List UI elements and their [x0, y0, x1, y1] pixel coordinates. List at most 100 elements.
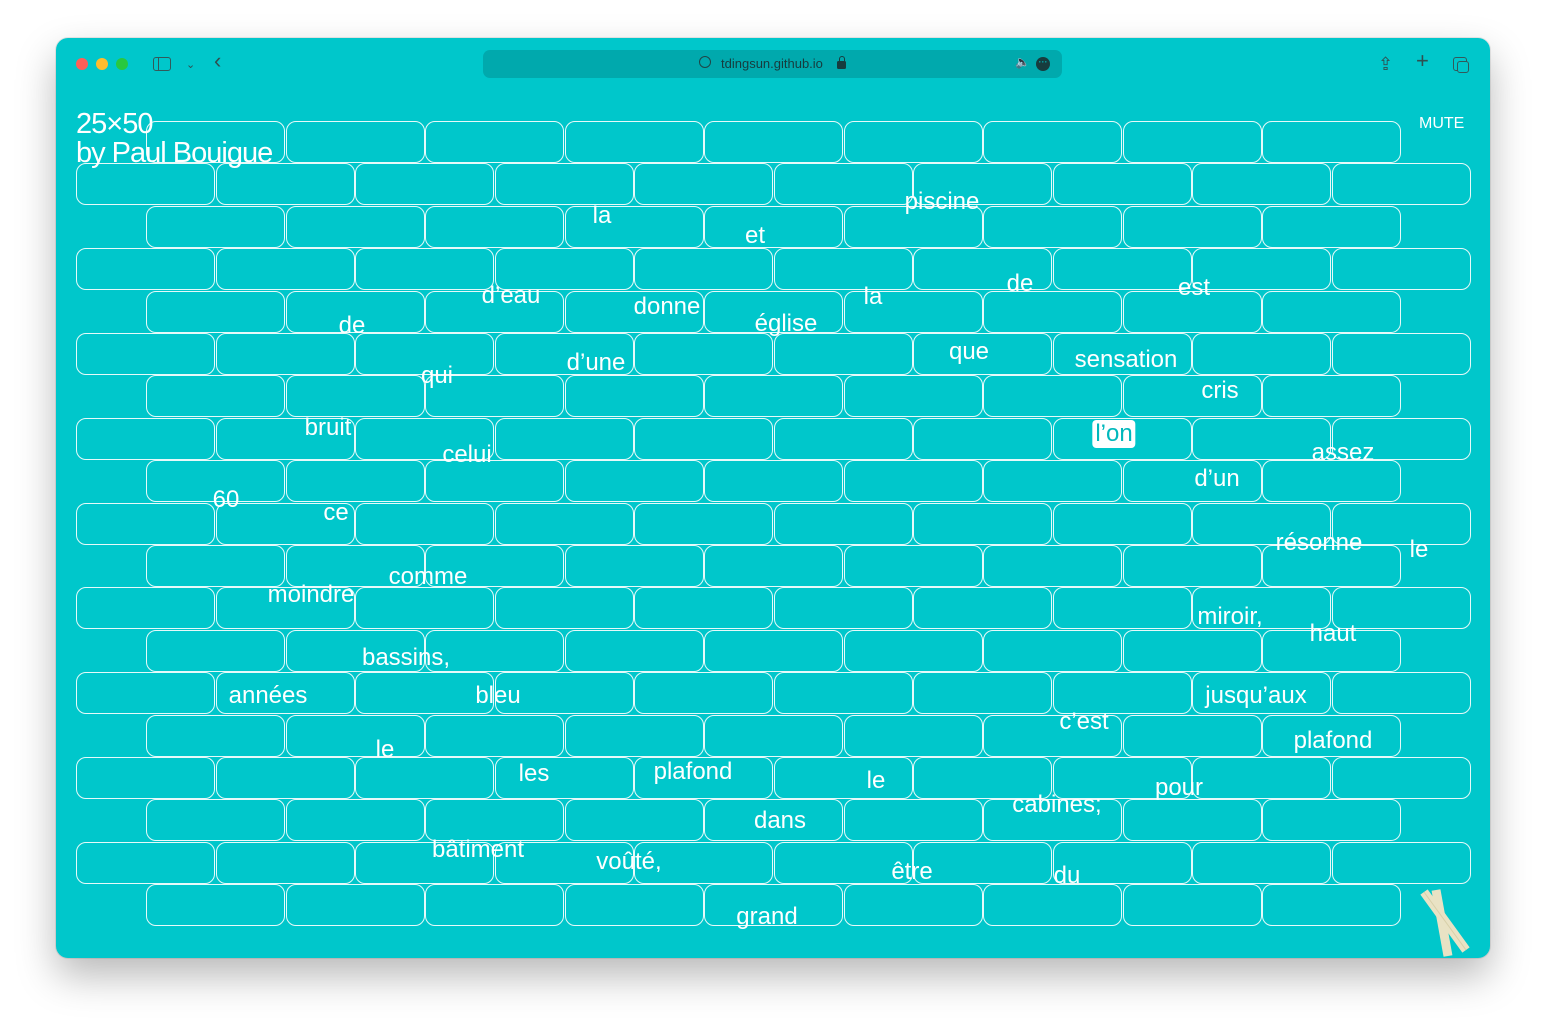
brick	[1122, 205, 1262, 248]
floating-word[interactable]: bassins,	[362, 644, 450, 672]
floating-word[interactable]: plafond	[654, 758, 733, 786]
floating-word[interactable]: cris	[1201, 377, 1238, 405]
brick	[1331, 672, 1471, 715]
floating-word[interactable]: comme	[389, 563, 468, 591]
brick	[1122, 460, 1262, 503]
brick	[564, 629, 704, 672]
floating-word[interactable]: miroir,	[1197, 603, 1262, 631]
floating-word[interactable]: le	[1410, 536, 1429, 564]
floating-word[interactable]: résonne	[1276, 529, 1363, 557]
crossed-sticks-icon[interactable]	[1418, 886, 1478, 958]
floating-word[interactable]: le	[376, 736, 395, 764]
brick	[704, 375, 843, 418]
floating-word[interactable]: donne	[634, 293, 701, 321]
floating-word[interactable]: bâtiment	[432, 836, 524, 864]
floating-word[interactable]: piscine	[905, 188, 980, 216]
floating-word[interactable]: voûté,	[596, 848, 661, 876]
floating-word[interactable]: est	[1178, 274, 1210, 302]
brick	[564, 460, 704, 503]
floating-word[interactable]: d’un	[1194, 465, 1239, 493]
floating-word[interactable]: assez	[1312, 439, 1375, 467]
zoom-window-button[interactable]	[116, 58, 128, 70]
brick	[983, 121, 1122, 163]
sidebar-icon[interactable]	[153, 57, 171, 71]
chevron-down-icon[interactable]: ⌄	[186, 53, 195, 77]
floating-word[interactable]: qui	[421, 362, 453, 390]
speaker-icon[interactable]: 🔈	[1015, 55, 1030, 69]
floating-word[interactable]: de	[1007, 270, 1034, 298]
floating-word[interactable]: que	[949, 338, 989, 366]
brick	[843, 460, 983, 503]
share-icon[interactable]: ⇪	[1378, 52, 1393, 76]
address-bar[interactable]: tdingsun.github.io 🔈 ···	[483, 50, 1062, 78]
close-window-button[interactable]	[76, 58, 88, 70]
floating-word[interactable]: de	[339, 312, 366, 340]
brick	[1122, 629, 1262, 672]
brick	[843, 545, 983, 587]
brick	[704, 545, 843, 587]
brick	[773, 587, 913, 630]
brick	[1052, 587, 1192, 630]
brick	[564, 205, 704, 248]
floating-word[interactable]: le	[867, 767, 886, 795]
floating-word[interactable]: jusqu’aux	[1205, 682, 1306, 710]
tabs-icon[interactable]	[1453, 57, 1469, 73]
brick	[843, 714, 983, 757]
brick	[355, 163, 494, 206]
brick	[1262, 205, 1401, 248]
minimize-window-button[interactable]	[96, 58, 108, 70]
floating-word[interactable]: haut	[1310, 620, 1357, 648]
floating-word[interactable]: ce	[323, 499, 348, 527]
floating-word[interactable]: église	[755, 310, 818, 338]
brick	[494, 163, 634, 206]
brick	[425, 884, 564, 927]
brick	[1052, 248, 1192, 291]
floating-word[interactable]: cabines;	[1012, 791, 1101, 819]
floating-word[interactable]: grand	[736, 903, 797, 931]
floating-word[interactable]: pour	[1155, 774, 1203, 802]
brick	[215, 333, 355, 375]
brick	[983, 375, 1122, 418]
brick	[634, 417, 773, 460]
brick	[564, 884, 704, 927]
brick	[285, 799, 425, 842]
brick	[843, 884, 983, 927]
brick	[76, 757, 215, 799]
floating-word[interactable]: dans	[754, 807, 806, 835]
floating-word[interactable]: la	[593, 202, 612, 230]
brick	[215, 841, 355, 884]
floating-word[interactable]: c’est	[1059, 708, 1108, 736]
more-icon[interactable]: ···	[1036, 57, 1050, 71]
floating-word[interactable]: années	[229, 682, 308, 710]
brick	[913, 841, 1052, 884]
brick	[773, 757, 913, 799]
floating-word[interactable]: être	[891, 858, 932, 886]
floating-word[interactable]: du	[1054, 862, 1081, 890]
brick	[913, 417, 1052, 460]
floating-word[interactable]: les	[519, 760, 550, 788]
brick	[285, 205, 425, 248]
floating-word[interactable]: d’une	[567, 349, 626, 377]
brick	[76, 587, 215, 630]
floating-word[interactable]: et	[745, 222, 765, 250]
mute-button[interactable]: MUTE	[1419, 115, 1464, 133]
floating-word[interactable]: 60	[213, 486, 240, 514]
brick	[983, 290, 1122, 333]
globe-icon	[699, 56, 711, 68]
floating-word[interactable]: l’on	[1092, 420, 1136, 448]
back-icon[interactable]: ‹	[214, 49, 221, 73]
plus-icon[interactable]: +	[1416, 49, 1429, 73]
floating-word[interactable]: plafond	[1294, 727, 1373, 755]
brick	[425, 121, 564, 163]
brick	[1331, 163, 1471, 206]
floating-word[interactable]: bruit	[305, 414, 352, 442]
brick	[355, 502, 494, 545]
brick	[1192, 417, 1331, 460]
floating-word[interactable]: sensation	[1075, 346, 1178, 374]
floating-word[interactable]: la	[864, 283, 883, 311]
floating-word[interactable]: d’eau	[482, 282, 541, 310]
floating-word[interactable]: bleu	[475, 682, 520, 710]
floating-word[interactable]: celui	[442, 441, 491, 469]
floating-word[interactable]: moindre	[268, 581, 355, 609]
brick	[425, 205, 564, 248]
